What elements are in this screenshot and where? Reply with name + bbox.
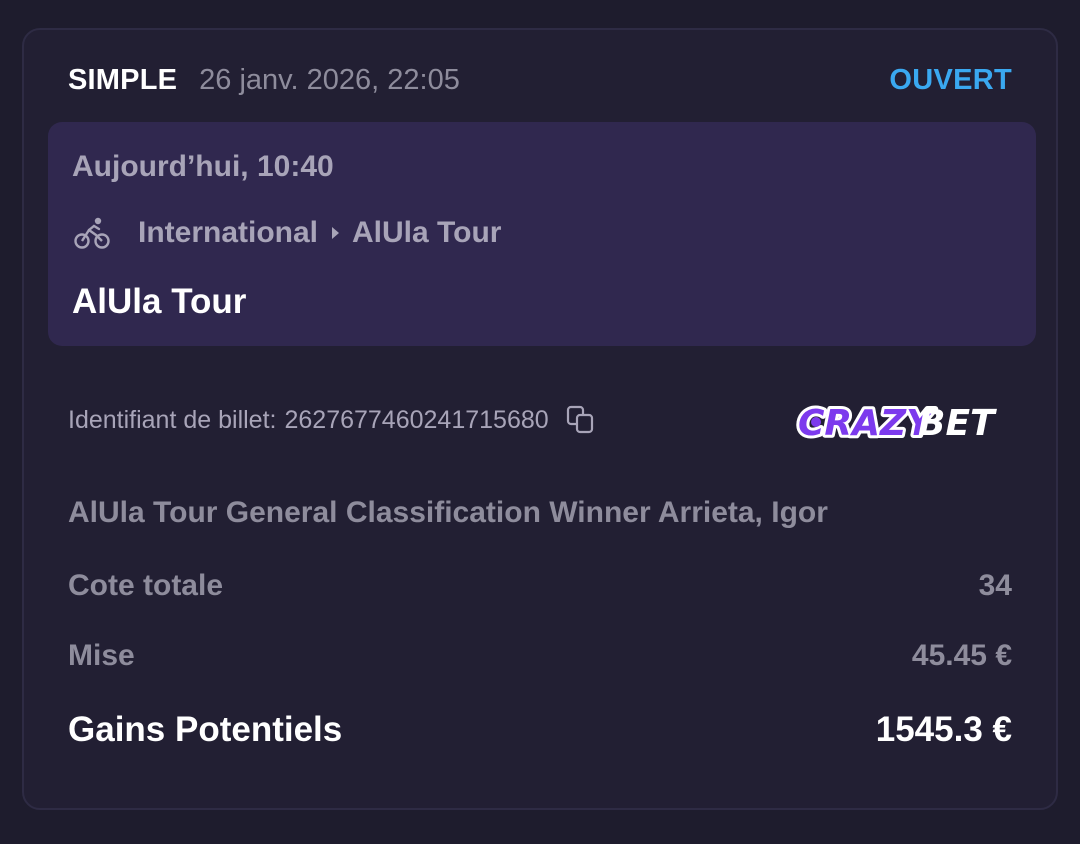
svg-text:BET: BET <box>918 403 997 444</box>
copy-icon[interactable] <box>565 404 597 436</box>
event-title: AlUla Tour <box>72 282 247 321</box>
bet-status-badge: OUVERT <box>889 63 1012 96</box>
event-breadcrumb: International AlUla Tour <box>74 216 501 250</box>
bet-header: SIMPLE 26 janv. 2026, 22:05 OUVERT <box>68 60 1012 100</box>
event-time: Aujourd’hui, 10:40 <box>72 150 334 183</box>
odds-row: Cote totale 34 <box>68 566 1012 606</box>
bet-date: 26 janv. 2026, 22:05 <box>199 63 460 96</box>
ticket-id-row: Identifiant de billet: 26276774602417156… <box>68 400 1012 447</box>
event-competition: AlUla Tour <box>352 216 502 249</box>
bicycle-icon <box>74 216 110 250</box>
payout-row: Gains Potentiels 1545.3 € <box>68 710 1012 750</box>
ticket-id-value: 2627677460241715680 <box>284 405 549 434</box>
payout-label: Gains Potentiels <box>68 710 343 749</box>
stake-label: Mise <box>68 639 135 672</box>
stake-row: Mise 45.45 € <box>68 636 1012 676</box>
crazybet-logo: CRAZY CRAZY BET <box>795 400 997 447</box>
event-category: International <box>138 216 319 249</box>
bet-selection: AlUla Tour General Classification Winner… <box>68 496 828 529</box>
bet-type: SIMPLE <box>68 63 178 96</box>
odds-label: Cote totale <box>68 569 224 602</box>
ticket-id-label: Identifiant de billet: <box>68 405 277 434</box>
payout-value: 1545.3 € <box>875 710 1012 749</box>
breadcrumb-separator-icon <box>332 227 340 239</box>
odds-value: 34 <box>978 569 1012 602</box>
stake-value: 45.45 € <box>911 639 1012 672</box>
event-panel[interactable]: Aujourd’hui, 10:40 International AlUla T… <box>48 122 1036 346</box>
bet-ticket-card: SIMPLE 26 janv. 2026, 22:05 OUVERT Aujou… <box>22 28 1058 810</box>
